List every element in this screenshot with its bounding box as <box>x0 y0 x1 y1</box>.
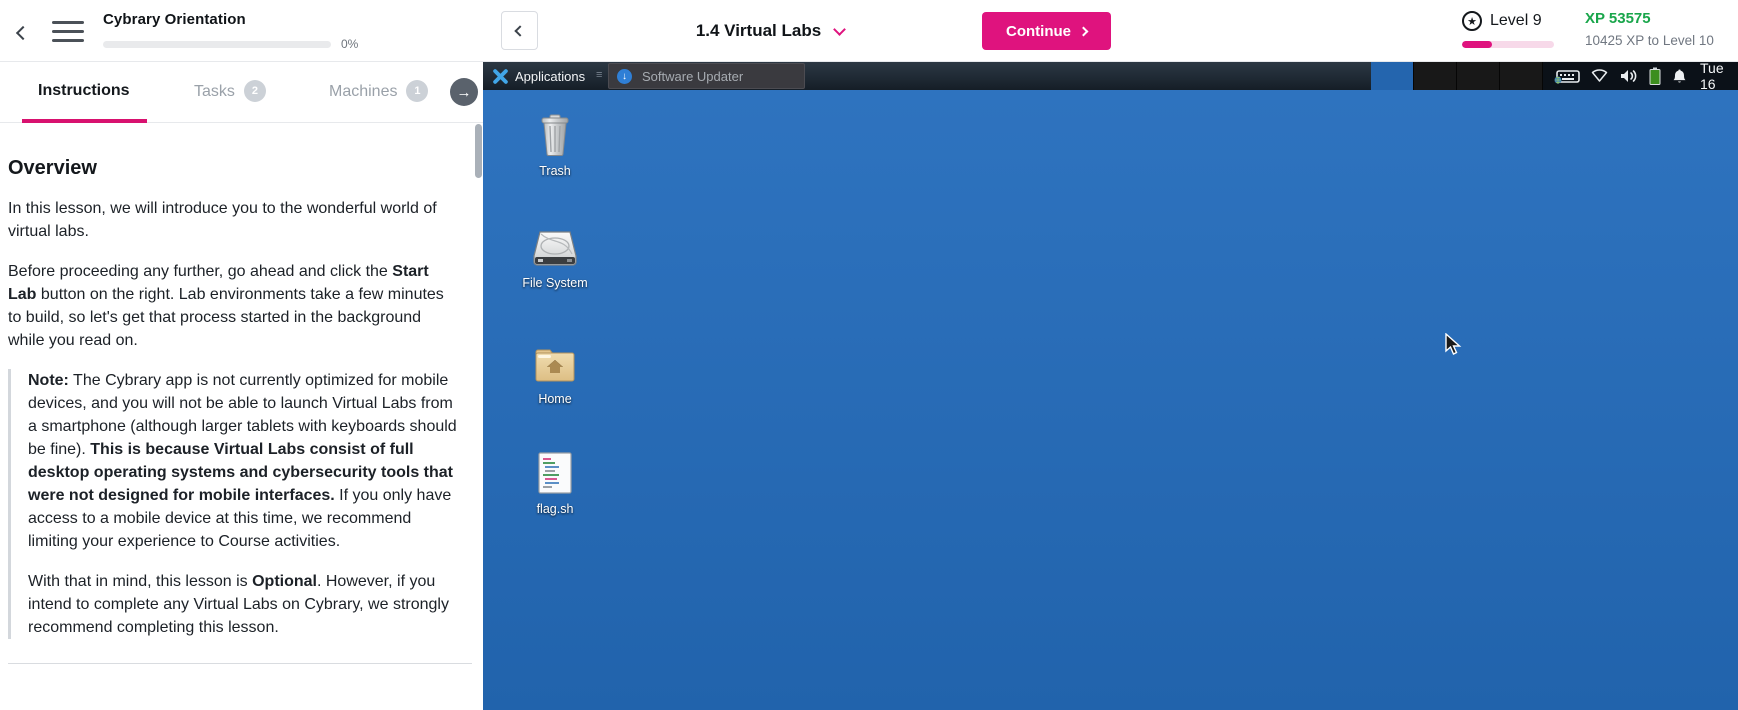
tab-instructions[interactable]: Instructions <box>38 82 130 100</box>
content-divider <box>8 663 472 664</box>
tab-machines-label: Machines <box>329 83 398 100</box>
continue-button[interactable]: Continue <box>982 12 1111 50</box>
battery-icon[interactable] <box>1649 67 1661 85</box>
desktop-icon-file-system[interactable]: File System <box>507 230 603 290</box>
panel-handle-icon[interactable]: ≡ <box>596 68 602 83</box>
level-cluster: ★ Level 9 <box>1462 11 1554 48</box>
notification-bell-icon[interactable] <box>1672 68 1687 85</box>
desktop-icon-label: Trash <box>539 164 571 178</box>
instructions-content: Overview In this lesson, we will introdu… <box>8 124 472 664</box>
virtual-lab-desktop: Applications ≡ ↓ Software Updater Tue 16… <box>483 62 1738 710</box>
volume-icon[interactable] <box>1619 68 1638 84</box>
tab-bar: Instructions Tasks 2 Machines 1 → <box>0 62 483 123</box>
xp-value: XP 53575 <box>1585 10 1651 27</box>
paragraph-optional: With that in mind, this lesson is Option… <box>28 573 449 636</box>
app-root: Cybrary Orientation 0% 1.4 Virtual Labs … <box>0 0 1738 710</box>
home-folder-icon <box>535 349 575 382</box>
top-header: Cybrary Orientation 0% 1.4 Virtual Labs … <box>0 0 1738 62</box>
machines-count-badge: 1 <box>406 80 429 102</box>
xfce-logo-icon <box>493 68 508 84</box>
paragraph-start-lab: Before proceeding any further, go ahead … <box>8 263 444 349</box>
lesson-selector[interactable]: 1.4 Virtual Labs <box>640 0 900 62</box>
xp-to-next-level: 10425 XP to Level 10 <box>1585 33 1714 48</box>
active-tab-indicator <box>22 119 147 123</box>
desktop-icon-label: Home <box>538 392 572 406</box>
trash-icon <box>541 114 569 156</box>
system-tray: Tue 16 <box>1543 62 1738 92</box>
desktop-icon-trash[interactable]: Trash <box>507 114 603 178</box>
xp-block: XP 53575 10425 XP to Level 10 <box>1585 10 1714 48</box>
level-star-icon: ★ <box>1462 11 1482 31</box>
desktop-icon-flag-sh[interactable]: flag.sh <box>507 452 603 516</box>
chevron-right-icon <box>1078 26 1089 36</box>
previous-lesson-button[interactable] <box>501 11 538 50</box>
tasks-count-badge: 2 <box>243 80 266 102</box>
tab-machines[interactable]: Machines 1 <box>329 80 429 102</box>
course-progress-bar <box>103 40 331 48</box>
tab-tasks-label: Tasks <box>194 83 235 100</box>
desktop-taskbar: Applications ≡ ↓ Software Updater Tue 16 <box>483 62 1738 92</box>
software-updater-window-button[interactable]: ↓ Software Updater <box>608 63 805 89</box>
optional-emphasis: Optional <box>252 573 317 590</box>
panel-scrollbar[interactable] <box>475 124 482 178</box>
paragraph-intro: In this lesson, we will introduce you to… <box>8 200 437 240</box>
tabs-scroll-right-button[interactable]: → <box>450 78 478 106</box>
level-progress-bar <box>1462 41 1554 48</box>
mouse-cursor <box>1445 332 1462 362</box>
level-label: Level 9 <box>1490 12 1542 29</box>
tab-tasks[interactable]: Tasks 2 <box>194 80 266 102</box>
workspace-3[interactable] <box>1457 62 1499 90</box>
clock[interactable]: Tue 16 <box>1700 62 1731 92</box>
script-file-icon <box>538 452 572 494</box>
workspace-switcher <box>1371 62 1543 90</box>
applications-menu-label: Applications <box>515 68 586 84</box>
network-wifi-icon[interactable] <box>1591 69 1608 83</box>
paragraph-note: Note: The Cybrary app is not currently o… <box>28 372 457 550</box>
workspace-4[interactable] <box>1500 62 1542 90</box>
course-progress-percent: 0% <box>341 37 359 51</box>
continue-label: Continue <box>1006 22 1071 40</box>
applications-menu[interactable]: Applications <box>487 62 591 90</box>
course-title: Cybrary Orientation <box>103 11 246 28</box>
workspace-1-active[interactable] <box>1371 62 1413 90</box>
menu-icon[interactable] <box>52 21 84 48</box>
lesson-title: 1.4 Virtual Labs <box>695 21 822 40</box>
desktop-icon-home[interactable]: Home <box>507 346 603 406</box>
tab-instructions-label: Instructions <box>38 82 130 99</box>
chevron-down-icon <box>833 22 847 36</box>
course-title-block: Cybrary Orientation 0% <box>103 11 358 51</box>
note-blockquote: Note: The Cybrary app is not currently o… <box>8 369 463 639</box>
software-updater-icon: ↓ <box>617 68 632 84</box>
keyboard-input-icon[interactable] <box>1554 69 1580 84</box>
desktop-icon-label: File System <box>522 276 588 290</box>
back-chevron-icon[interactable] <box>15 25 31 43</box>
instructions-panel: Instructions Tasks 2 Machines 1 → Overvi… <box>0 62 483 710</box>
software-updater-label: Software Updater <box>642 68 744 84</box>
hard-drive-icon <box>533 231 577 266</box>
workspace-2[interactable] <box>1414 62 1456 90</box>
section-heading: Overview <box>8 157 97 179</box>
desktop-icon-label: flag.sh <box>536 502 574 516</box>
